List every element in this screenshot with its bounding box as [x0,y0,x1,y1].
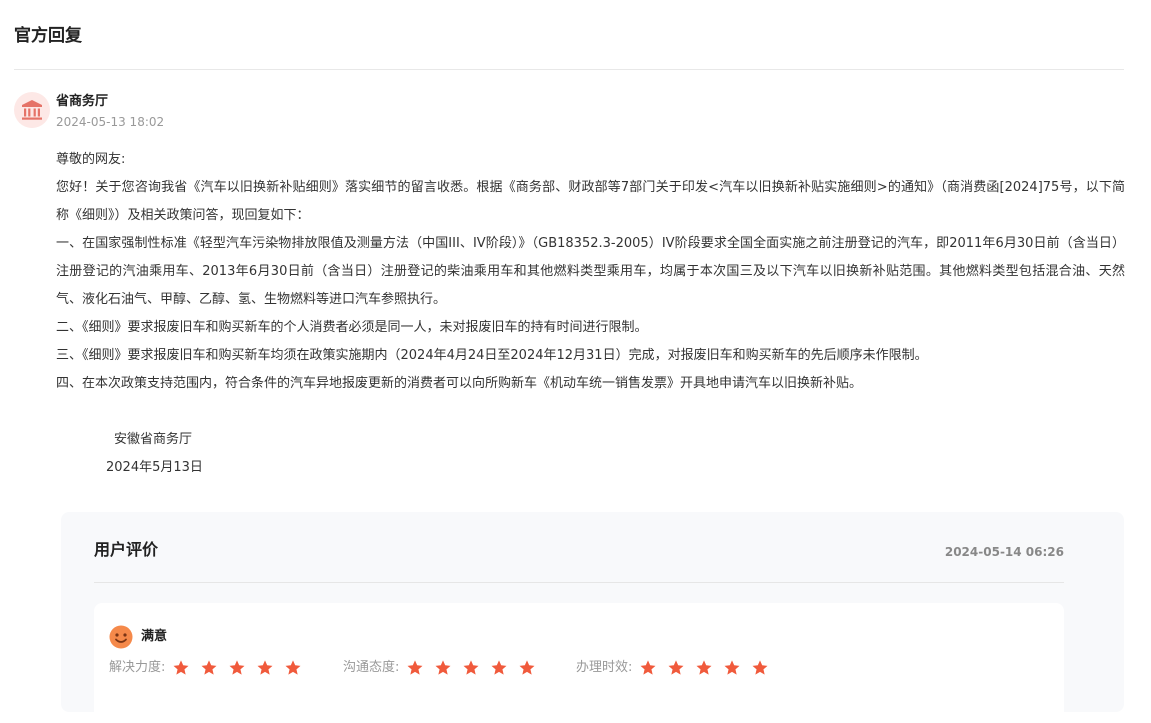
department-avatar [14,92,50,128]
star-rating [172,659,302,677]
evaluation-card: 满意 解决力度: 沟通态度: 办理时效: [94,603,1064,723]
evaluation-result: 满意 [141,629,168,644]
rating-row: 解决力度: 沟通态度: 办理时效: [109,656,769,680]
evaluation-title: 用户评价 [94,540,159,559]
evaluation-panel: 用户评价 2024-05-14 06:26 满意 解决力度: 沟通态度: 办理时… [61,512,1124,723]
star-icon [257,660,273,675]
star-icon [229,660,245,675]
rating-label: 解决力度: [109,660,166,675]
rating-resolution: 解决力度: [109,656,343,680]
signature-org: 安徽省商务厅 [114,432,193,447]
star-rating [639,659,769,677]
reply-paragraph: 您好！关于您咨询我省《汽车以旧换新补贴细则》落实细节的留言收悉。根据《商务部、财… [56,180,1125,223]
rating-label: 办理时效: [576,660,633,675]
star-icon [724,660,740,675]
rating-attitude: 沟通态度: [343,656,576,680]
smiley-face-icon [109,625,133,649]
reply-body: 尊敬的网友: 您好！关于您咨询我省《汽车以旧换新补贴细则》落实细节的留言收悉。根… [56,146,1125,398]
reply-timestamp: 2024-05-13 18:02 [56,115,165,129]
star-icon [668,660,684,675]
evaluation-timestamp: 2024-05-14 06:26 [944,545,1064,559]
star-icon [640,660,656,675]
evaluation-divider [94,582,1064,583]
star-icon [173,660,189,675]
star-icon [407,660,423,675]
star-icon [752,660,768,675]
section-title: 官方回复 [14,26,82,46]
government-building-icon [22,100,42,120]
star-icon [519,660,535,675]
signature-date: 2024年5月13日 [106,460,203,475]
star-icon [435,660,451,675]
star-rating [406,659,536,677]
reply-greeting: 尊敬的网友: [56,152,126,167]
star-icon [463,660,479,675]
reply-paragraph: 三、《细则》要求报废旧车和购买新车均须在政策实施期内（2024年4月24日至20… [56,348,928,363]
star-icon [285,660,301,675]
rating-timeliness: 办理时效: [576,656,769,680]
star-icon [696,660,712,675]
section-divider [14,69,1124,70]
department-name: 省商务厅 [56,94,109,109]
reply-paragraph: 一、在国家强制性标准《轻型汽车污染物排放限值及测量方法（中国III、IV阶段）》… [56,236,1125,307]
rating-label: 沟通态度: [343,660,400,675]
reply-paragraph: 四、在本次政策支持范围内，符合条件的汽车异地报废更新的消费者可以向所购新车《机动… [56,376,863,391]
star-icon [491,660,507,675]
reply-paragraph: 二、《细则》要求报废旧车和购买新车的个人消费者必须是同一人，未对报废旧车的持有时… [56,320,648,335]
star-icon [201,660,217,675]
